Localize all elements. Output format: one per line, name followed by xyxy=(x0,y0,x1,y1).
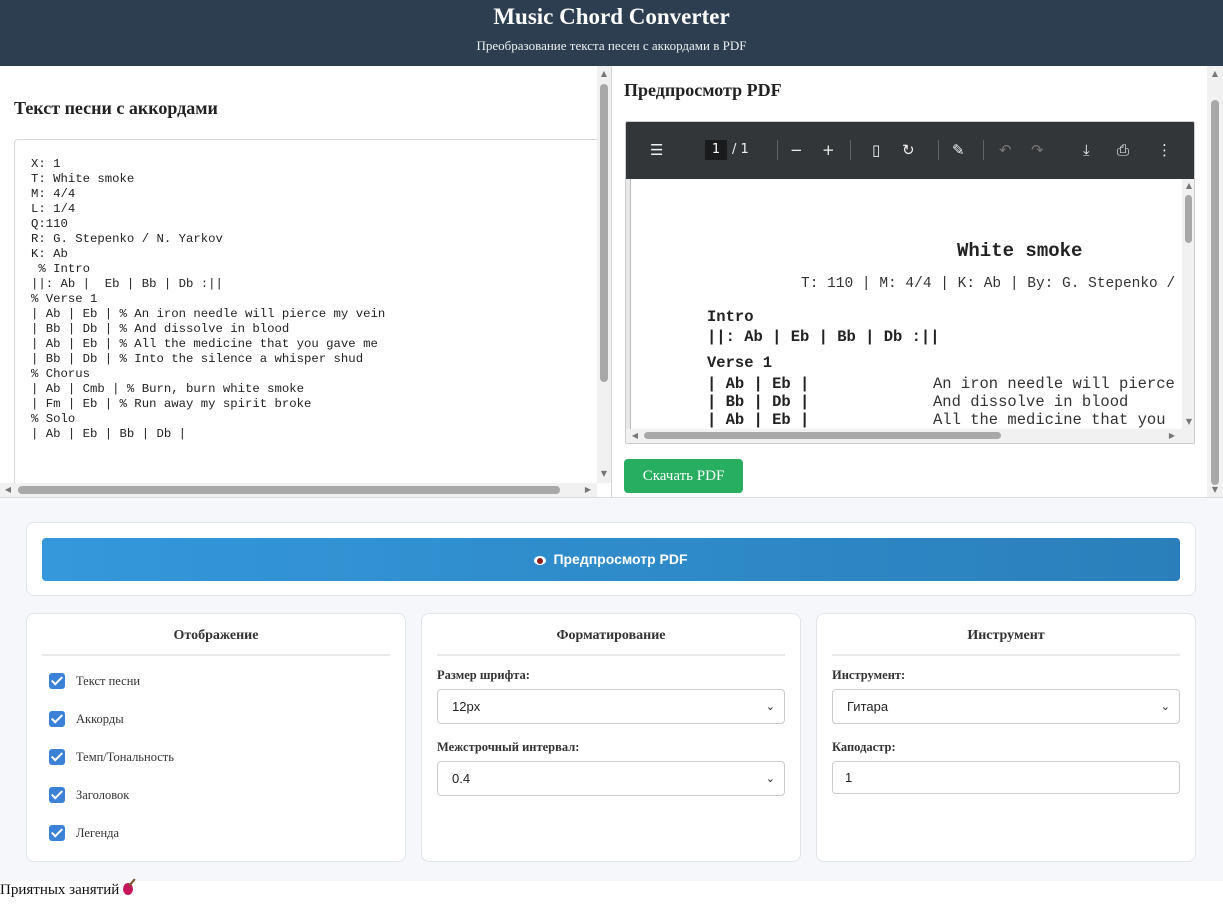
pdf-lyric-line: All the medicine that you xyxy=(933,411,1166,429)
pdf-lyric-line: An iron needle will pierce xyxy=(933,375,1175,393)
font-size-label: Размер шрифта: xyxy=(437,668,530,682)
scroll-right-arrow-icon[interactable]: ▶ xyxy=(583,485,593,495)
zoom-in-icon[interactable]: + xyxy=(822,141,835,159)
preview-pdf-button-label: Предпросмотр PDF xyxy=(553,551,688,567)
legend-checkbox[interactable] xyxy=(49,825,65,841)
settings-area: Предпросмотр PDF Отображение Текст песни… xyxy=(0,497,1223,881)
pdf-vertical-scrollbar[interactable]: ▲ ▼ xyxy=(1182,179,1194,429)
pdf-song-meta: T: 110 | M: 4/4 | K: Ab | By: G. Stepenk… xyxy=(801,276,1176,292)
capo-label: Каподастр: xyxy=(832,740,896,754)
capo-input[interactable]: 1 xyxy=(832,761,1180,794)
scroll-right-arrow-icon[interactable]: ▶ xyxy=(1167,431,1177,441)
instrument-select[interactable]: Гитара ⌄ xyxy=(832,689,1180,724)
scroll-down-arrow-icon[interactable]: ▼ xyxy=(1210,485,1220,495)
instrument-settings-card: Инструмент Инструмент: Гитара ⌄ Каподаст… xyxy=(816,613,1196,862)
instrument-label: Инструмент: xyxy=(832,668,906,682)
zoom-out-icon[interactable]: − xyxy=(790,141,803,159)
fit-page-icon[interactable]: ▯ xyxy=(872,141,880,159)
print-icon[interactable]: ⎙ xyxy=(1117,141,1129,159)
font-size-value: 12px xyxy=(452,699,481,714)
formatting-settings-title: Форматирование xyxy=(437,628,785,656)
instrument-settings-title: Инструмент xyxy=(832,628,1180,656)
display-settings-title: Отображение xyxy=(42,628,390,656)
pdf-toolbar: ☰ 1 / 1 − + ▯ ↻ ✎ ↶ ↷ ⤓ ⎙ ⋮ xyxy=(626,122,1194,179)
chords-label[interactable]: Аккорды xyxy=(76,711,124,727)
pdf-lyric-line: And dissolve in blood xyxy=(933,393,1129,411)
line-spacing-label: Межстрочный интервал: xyxy=(437,740,580,754)
preview-pane-scroll-thumb[interactable] xyxy=(1211,100,1219,485)
preview-action-card: Предпросмотр PDF xyxy=(26,522,1196,596)
more-icon[interactable]: ⋮ xyxy=(1157,141,1172,159)
pdf-vertical-scroll-thumb[interactable] xyxy=(1185,195,1192,243)
pdf-horizontal-scroll-thumb[interactable] xyxy=(644,432,1001,439)
pdf-chord-line: | Ab | Eb | xyxy=(707,411,810,429)
guitar-icon xyxy=(123,883,134,895)
annotate-icon[interactable]: ✎ xyxy=(952,141,965,159)
editor-heading: Текст песни с аккордами xyxy=(14,98,218,118)
preview-pane: Предпросмотр PDF ☰ 1 / 1 − + ▯ ↻ ✎ ↶ ↷ ⤓… xyxy=(613,66,1223,497)
scroll-up-arrow-icon[interactable]: ▲ xyxy=(1210,69,1220,79)
chevron-down-icon: ⌄ xyxy=(765,700,775,713)
pdf-section-heading: Intro xyxy=(707,308,754,326)
download-icon[interactable]: ⤓ xyxy=(1083,141,1090,159)
line-spacing-value: 0.4 xyxy=(452,771,471,786)
scroll-down-arrow-icon[interactable]: ▼ xyxy=(1184,417,1194,427)
song-text-label[interactable]: Текст песни xyxy=(76,673,140,689)
chords-checkbox[interactable] xyxy=(49,711,65,727)
song-text-editor[interactable]: X: 1 T: White smoke M: 4/4 L: 1/4 Q:110 … xyxy=(14,139,597,489)
download-pdf-button[interactable]: Скачать PDF xyxy=(624,459,743,493)
pdf-chord-line: | Bb | Db | xyxy=(707,393,810,411)
scroll-up-arrow-icon[interactable]: ▲ xyxy=(1184,181,1194,191)
pdf-section-heading: Verse 1 xyxy=(707,354,773,372)
line-spacing-select[interactable]: 0.4 ⌄ xyxy=(437,761,785,796)
menu-icon[interactable]: ☰ xyxy=(650,141,663,159)
pdf-song-title: White smoke xyxy=(957,240,1083,262)
scroll-down-arrow-icon[interactable]: ▼ xyxy=(599,469,609,479)
instrument-value: Гитара xyxy=(847,699,889,714)
toolbar-divider xyxy=(777,140,778,160)
song-text-content[interactable]: X: 1 T: White smoke M: 4/4 L: 1/4 Q:110 … xyxy=(15,140,597,442)
preview-pane-scrollbar[interactable]: ▲ ▼ xyxy=(1207,66,1223,497)
editor-vertical-scrollbar[interactable]: ▲ ▼ xyxy=(597,66,611,483)
app-subtitle: Преобразование текста песен с аккордами … xyxy=(476,38,747,53)
footer-text: Приятных занятий xyxy=(0,882,120,898)
toolbar-divider xyxy=(938,140,939,160)
redo-icon[interactable]: ↷ xyxy=(1031,141,1044,159)
pdf-page: White smoke T: 110 | M: 4/4 | K: Ab | By… xyxy=(630,179,1182,429)
page-total: / 1 xyxy=(732,142,749,157)
scroll-left-arrow-icon[interactable]: ◀ xyxy=(3,485,13,495)
preview-pdf-button[interactable]: Предпросмотр PDF xyxy=(42,538,1180,581)
undo-icon[interactable]: ↶ xyxy=(999,141,1012,159)
display-settings-card: Отображение Текст песни Аккорды Темп/Тон… xyxy=(26,613,406,862)
rotate-icon[interactable]: ↻ xyxy=(902,141,915,159)
scroll-up-arrow-icon[interactable]: ▲ xyxy=(599,69,609,79)
scroll-left-arrow-icon[interactable]: ◀ xyxy=(630,431,640,441)
title-checkbox[interactable] xyxy=(49,787,65,803)
app-title: Music Chord Converter xyxy=(493,4,730,29)
tempo-key-checkbox[interactable] xyxy=(49,749,65,765)
tempo-key-label[interactable]: Темп/Тональность xyxy=(76,749,174,765)
page-number-input[interactable]: 1 xyxy=(705,140,727,160)
chevron-down-icon: ⌄ xyxy=(765,772,775,785)
editor-horizontal-scrollbar[interactable]: ◀ ▶ xyxy=(0,483,597,497)
pdf-horizontal-scrollbar[interactable]: ◀ ▶ xyxy=(626,429,1194,443)
app-header: Music Chord Converter Преобразование тек… xyxy=(0,0,1223,66)
font-size-select[interactable]: 12px ⌄ xyxy=(437,689,785,724)
chevron-down-icon: ⌄ xyxy=(1160,700,1170,713)
legend-label[interactable]: Легенда xyxy=(76,825,119,841)
pdf-chord-line: | Ab | Eb | xyxy=(707,375,810,393)
preview-heading: Предпросмотр PDF xyxy=(624,80,782,100)
toolbar-divider xyxy=(983,140,984,160)
pdf-chord-line: ||: Ab | Eb | Bb | Db :|| xyxy=(707,328,940,346)
formatting-settings-card: Форматирование Размер шрифта: 12px ⌄ Меж… xyxy=(421,613,801,862)
pdf-viewer[interactable]: ☰ 1 / 1 − + ▯ ↻ ✎ ↶ ↷ ⤓ ⎙ ⋮ White smoke … xyxy=(625,121,1195,444)
footer-message: Приятных занятий xyxy=(0,882,134,899)
editor-vertical-scroll-thumb[interactable] xyxy=(600,84,608,382)
title-label[interactable]: Заголовок xyxy=(76,787,129,803)
song-text-checkbox[interactable] xyxy=(49,673,65,689)
editor-pane: Текст песни с аккордами X: 1 T: White sm… xyxy=(0,66,612,497)
editor-horizontal-scroll-thumb[interactable] xyxy=(18,486,560,494)
eye-icon xyxy=(534,556,547,565)
toolbar-divider xyxy=(850,140,851,160)
